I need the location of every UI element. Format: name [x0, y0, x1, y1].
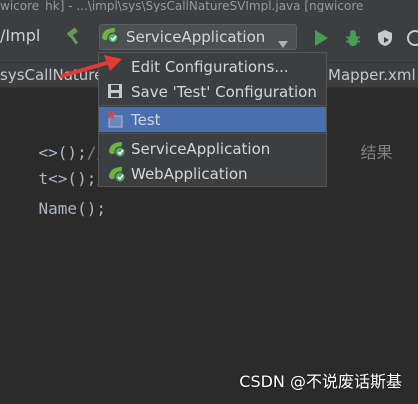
menu-item-service-application[interactable]: ServiceApplication [99, 136, 326, 161]
test-config-icon [107, 110, 125, 129]
run-configuration-selector[interactable]: ServiceApplication [99, 24, 297, 50]
code-comment-fragment-text: 结果 [360, 143, 393, 162]
window-title: wicore_hk] - ...\impl\sys\SysCallNatureS… [0, 0, 418, 12]
menu-item-web-application[interactable]: WebApplication [99, 161, 326, 186]
run-icon[interactable] [313, 29, 329, 51]
window-title-text: wicore_hk] - ...\impl\sys\SysCallNatureS… [0, 0, 364, 12]
code-line-3: Name(); [0, 180, 106, 237]
menu-item-test-label: Test [131, 110, 161, 129]
menu-separator [99, 133, 326, 134]
menu-item-save-configuration-label: Save 'Test' Configuration [131, 82, 317, 101]
build-hammer-icon[interactable] [64, 27, 84, 51]
watermark: CSDN @不说废话斯基 [239, 372, 402, 391]
menu-item-service-application-label: ServiceApplication [131, 139, 271, 158]
debug-bug-icon[interactable] [344, 29, 362, 51]
menu-item-edit-configurations[interactable]: Edit Configurations... [99, 54, 326, 79]
code-comment-fragment: 结果 [322, 120, 393, 182]
spring-boot-icon [107, 165, 126, 183]
code-line-3-text: Name(); [38, 199, 106, 218]
menu-separator [99, 105, 326, 106]
tab-mapper-xml[interactable]: Mapper.xml [328, 66, 416, 84]
profiler-icon[interactable] [406, 29, 418, 51]
chevron-down-icon [278, 34, 288, 53]
menu-item-web-application-label: WebApplication [131, 164, 248, 183]
save-icon [107, 83, 125, 101]
annotation-arrow-icon [60, 54, 124, 84]
selected-configuration-label: ServiceApplication [126, 28, 266, 46]
menu-item-test[interactable]: Test [99, 107, 326, 132]
spring-boot-icon [100, 26, 120, 48]
navigation-breadcrumb[interactable]: /Impl [0, 26, 40, 45]
run-configuration-menu: Edit Configurations... Save 'Test' Confi… [98, 52, 327, 187]
menu-item-save-configuration[interactable]: Save 'Test' Configuration [99, 79, 326, 104]
coverage-shield-icon[interactable] [376, 29, 394, 51]
menu-item-edit-configurations-label: Edit Configurations... [131, 57, 289, 76]
spring-boot-icon [107, 140, 126, 158]
